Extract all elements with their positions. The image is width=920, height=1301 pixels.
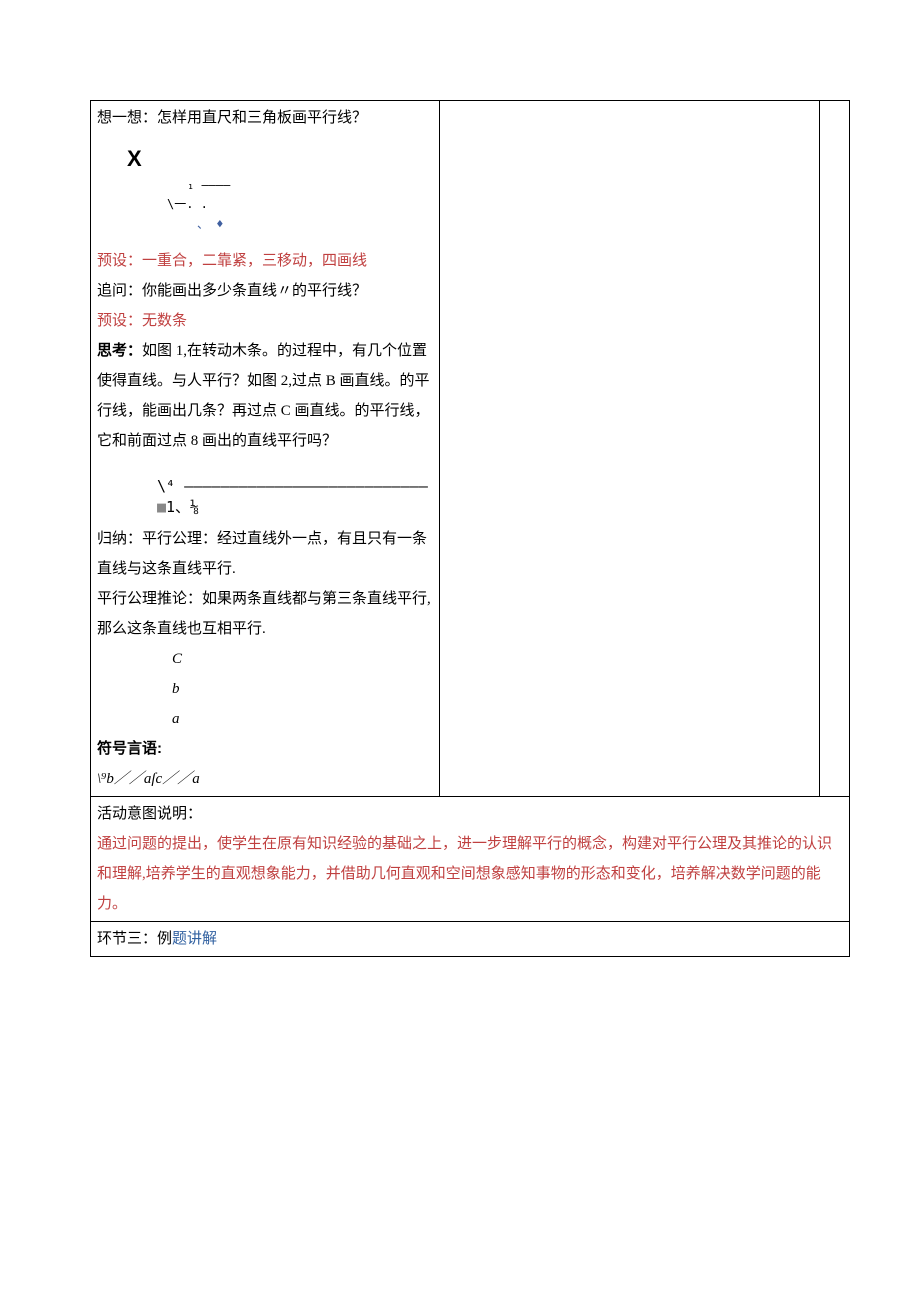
intent-row: 活动意图说明： 通过问题的提出，使学生在原有知识经验的基础之上，进一步理解平行的… bbox=[91, 796, 850, 921]
lesson-table: 想一想：怎样用直尺和三角板画平行线？ X ₁ –––– \一. . 、 ♦ 预设… bbox=[90, 100, 850, 957]
section3-link: 题讲解 bbox=[172, 931, 217, 947]
intent-body: 通过问题的提出，使学生在原有知识经验的基础之上，进一步理解平行的概念，构建对平行… bbox=[97, 829, 843, 919]
section3-prefix: 环节三：例 bbox=[97, 931, 172, 947]
symbol-language-label: 符号言语: bbox=[97, 734, 433, 764]
section3-cell: 环节三：例题讲解 bbox=[91, 921, 850, 956]
letter-a: a bbox=[97, 704, 433, 734]
think-2: 思考：如图 1,在转动木条。的过程中，有几个位置使得直线。与人平行？如图 2,过… bbox=[97, 336, 433, 456]
letter-b: b bbox=[97, 674, 433, 704]
induction-text: 平行公理：经过直线外一点，有且只有一条直线与这条直线平行. bbox=[97, 531, 427, 577]
preset-1: 预设：一重合，二靠紧，三移动，四画线 bbox=[97, 246, 433, 276]
followup-label: 追问： bbox=[97, 283, 142, 299]
figure-1-x: X bbox=[127, 141, 433, 176]
main-right-cell-1 bbox=[440, 101, 820, 797]
corollary: 平行公理推论：如果两条直线都与第三条直线平行,那么这条直线也互相平行. bbox=[97, 584, 433, 644]
followup: 追问：你能画出多少条直线〃的平行线？ bbox=[97, 276, 433, 306]
section3-row: 环节三：例题讲解 bbox=[91, 921, 850, 956]
intent-cell: 活动意图说明： 通过问题的提出，使学生在原有知识经验的基础之上，进一步理解平行的… bbox=[91, 796, 850, 921]
figure-1-mid: ₁ –––– bbox=[127, 176, 433, 195]
figure-2-bottom: ■■1、⅛1、⅛ bbox=[157, 497, 433, 518]
induction: 归纳：平行公理：经过直线外一点，有且只有一条直线与这条直线平行. bbox=[97, 524, 433, 584]
think-prompt: 想一想：怎样用直尺和三角板画平行线？ bbox=[97, 103, 433, 133]
main-content-cell: 想一想：怎样用直尺和三角板画平行线？ X ₁ –––– \一. . 、 ♦ 预设… bbox=[91, 101, 440, 797]
intent-label: 活动意图说明： bbox=[97, 799, 843, 829]
main-right-cell-2 bbox=[819, 101, 849, 797]
figure-2-top: \⁴ ––––––––––––––––––––––––––– bbox=[157, 476, 433, 497]
induction-label: 归纳： bbox=[97, 531, 142, 547]
main-row: 想一想：怎样用直尺和三角板画平行线？ X ₁ –––– \一. . 、 ♦ 预设… bbox=[91, 101, 850, 797]
figure-1-last: 、 ♦ bbox=[127, 215, 433, 234]
think-2-text: 如图 1,在转动木条。的过程中，有几个位置使得直线。与人平行？如图 2,过点 B… bbox=[97, 343, 430, 449]
figure-2: \⁴ ––––––––––––––––––––––––––– ■■1、⅛1、⅛ bbox=[157, 476, 433, 518]
preset-2: 预设：无数条 bbox=[97, 306, 433, 336]
figure-1: X ₁ –––– \一. . 、 ♦ bbox=[127, 141, 433, 234]
figure-1-low: \一. . bbox=[127, 195, 433, 214]
think-2-label: 思考： bbox=[97, 342, 142, 359]
followup-text: 你能画出多少条直线〃的平行线？ bbox=[142, 283, 367, 299]
letter-c: C bbox=[97, 644, 433, 674]
symbol-language-expr: \⁹b／／aſc／／a bbox=[97, 764, 433, 794]
